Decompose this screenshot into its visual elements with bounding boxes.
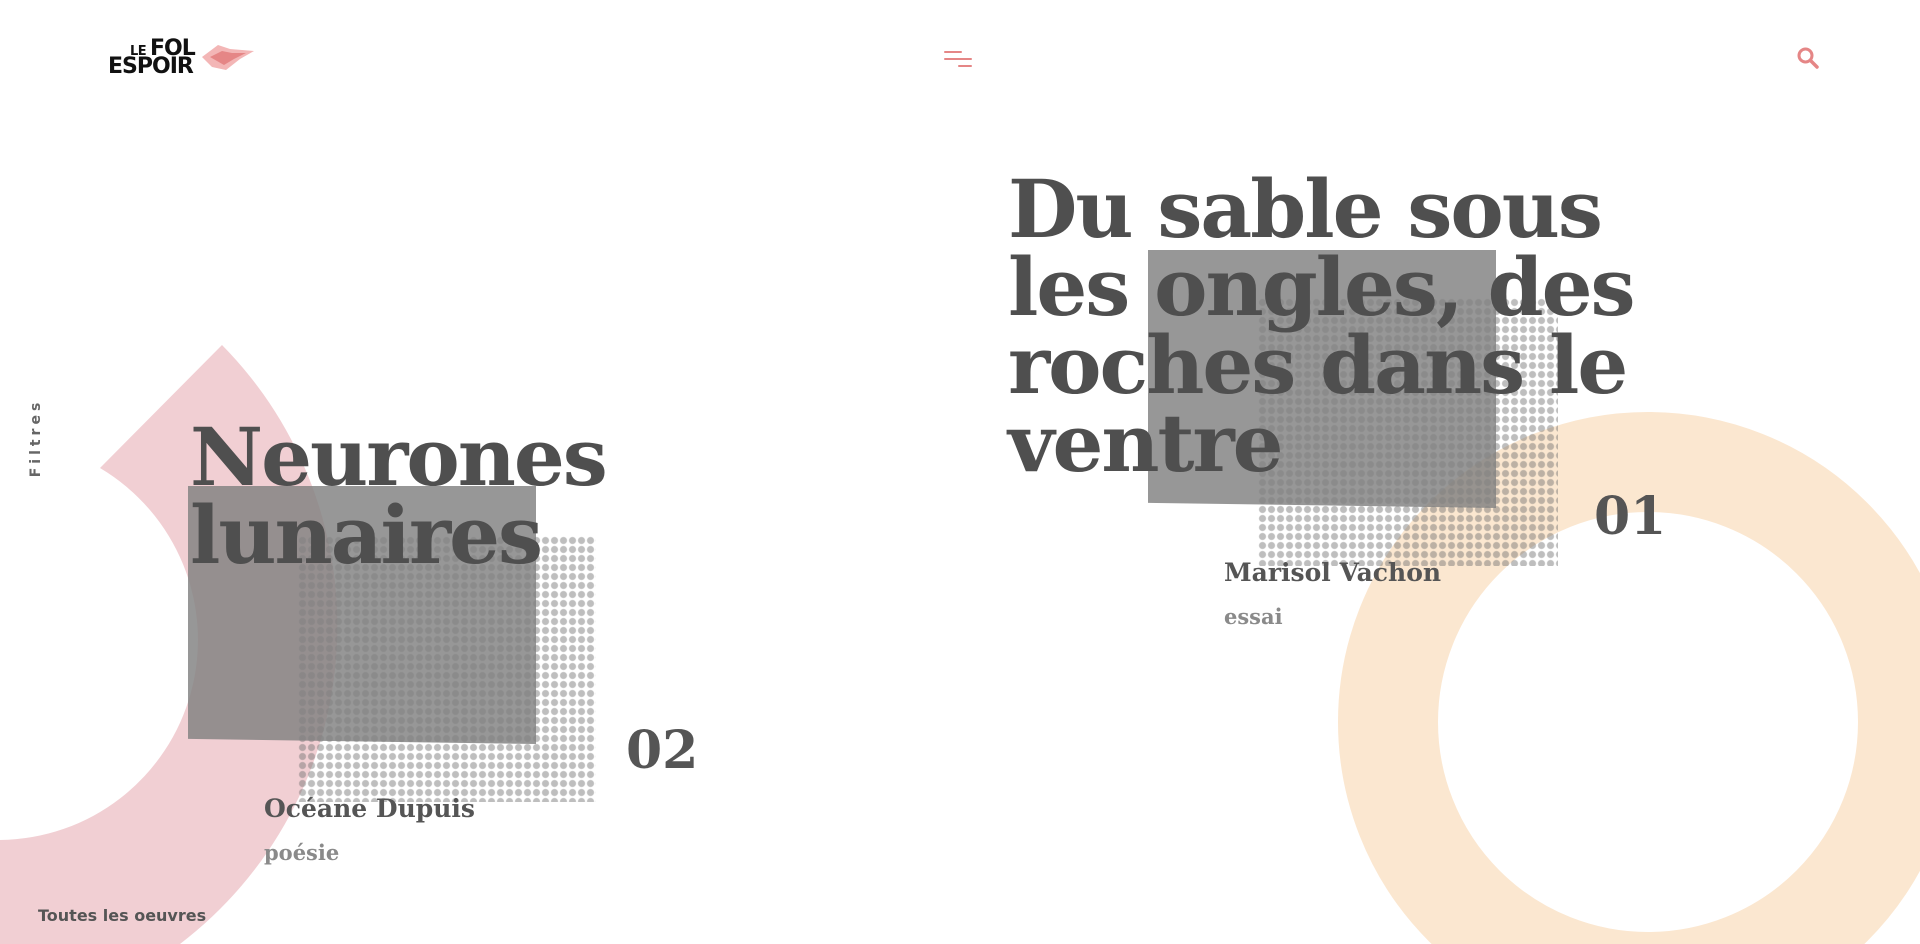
work-01-title-line: Du sable sous <box>1008 162 1603 256</box>
logo-lips-icon <box>202 45 254 70</box>
work-01-genre: essai <box>1224 604 1283 629</box>
filters-label: Filtres <box>28 398 44 478</box>
work-02-author[interactable]: Océane Dupuis <box>264 794 475 823</box>
work-02-genre: poésie <box>264 840 340 865</box>
search-icon <box>1797 47 1819 69</box>
menu-icon <box>942 48 976 74</box>
menu-button[interactable] <box>942 48 976 74</box>
work-01-title-line: roches dans le <box>1008 318 1628 412</box>
work-02-number: 02 <box>626 720 699 781</box>
logo-text-espoir: ESPOIR <box>108 54 194 79</box>
search-button[interactable] <box>1796 46 1820 70</box>
work-01-author[interactable]: Marisol Vachon <box>1224 558 1441 587</box>
filters-toggle[interactable]: Filtres <box>16 398 56 480</box>
work-02-title-line: lunaires <box>190 488 543 582</box>
work-02-title-line: Neurones <box>190 410 608 504</box>
all-works-link[interactable]: Toutes les oeuvres <box>38 906 206 925</box>
site-logo[interactable]: LE FOL ESPOIR <box>108 36 254 79</box>
page: LE FOL ESPOIR Filtres Du sable sous les … <box>0 0 1920 944</box>
work-01-title-line: les ongles, des <box>1008 240 1636 334</box>
work-02-title[interactable]: Neurones lunaires <box>190 410 608 582</box>
work-01-title[interactable]: Du sable sous les ongles, des roches dan… <box>1008 162 1636 490</box>
work-01-number: 01 <box>1594 486 1667 547</box>
work-01-title-line: ventre <box>1008 396 1284 490</box>
